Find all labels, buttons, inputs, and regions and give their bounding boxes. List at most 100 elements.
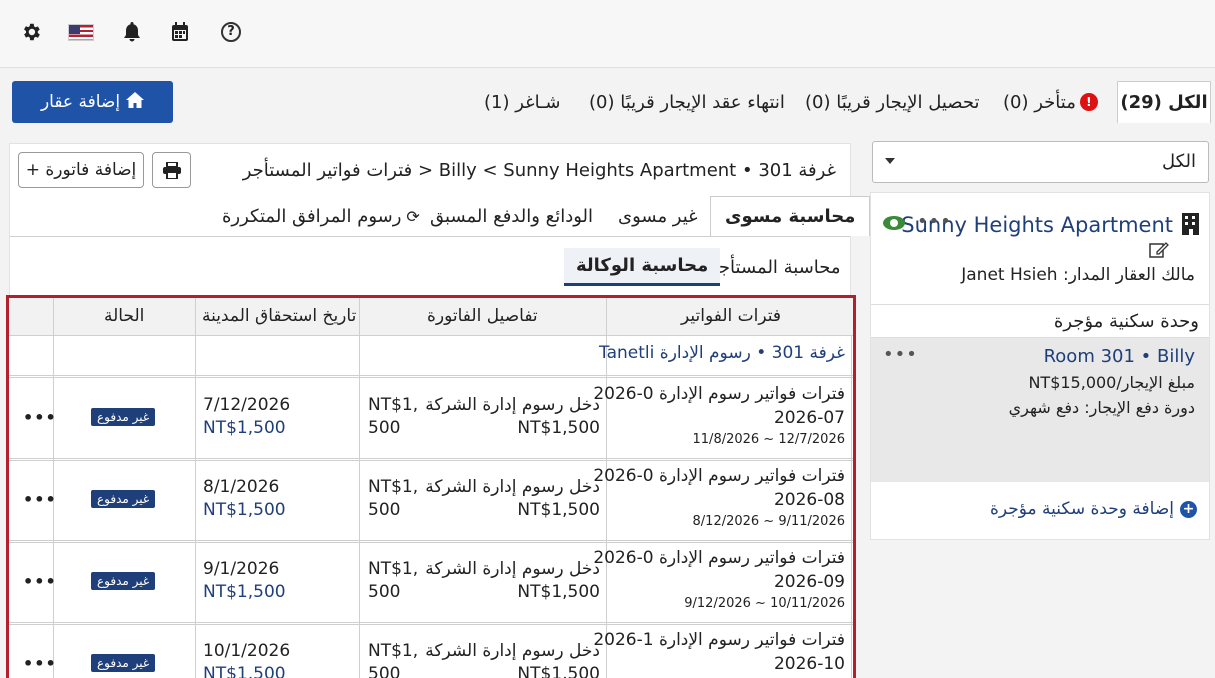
calendar-icon[interactable]	[166, 18, 194, 46]
header-invoice-details: تفاصيل الفاتورة	[427, 306, 538, 326]
due-date: 9/1/2026	[203, 559, 280, 579]
group-row-label: غرفة 301 • رسوم الإدارة Tanetli	[599, 343, 845, 363]
tabs-divider	[10, 236, 850, 237]
status-badge: غير مدفوع	[91, 572, 156, 590]
column-divider	[359, 298, 360, 678]
amount-line-1: NT$1,	[368, 477, 419, 497]
detail-text: دخل رسوم إدارة الشركة	[425, 395, 600, 415]
tab-settled-accounting-label: محاسبة مسوى	[725, 206, 856, 227]
detail-text: دخل رسوم إدارة الشركة	[425, 477, 600, 497]
gear-icon[interactable]	[17, 18, 45, 46]
row-divider	[9, 458, 853, 459]
filter-rent-due-soon-label: تحصيل الإيجار قريبًا (0)	[805, 91, 980, 113]
row-divider	[9, 377, 853, 378]
warning-icon: !	[1079, 93, 1098, 111]
help-icon[interactable]: ?	[217, 18, 245, 46]
row-more-icon[interactable]: •••	[23, 490, 57, 509]
column-divider	[53, 298, 54, 335]
add-unit-link[interactable]: + إضافة وحدة سكنية مؤجرة	[990, 499, 1197, 519]
unit-more-icon[interactable]: •••	[883, 344, 918, 365]
tab-deposits-prepayments[interactable]: الودائع والدفع المسبق	[430, 196, 593, 236]
print-button[interactable]	[152, 152, 191, 188]
building-icon	[1182, 213, 1199, 235]
unit-title[interactable]: Room 301 • Billy	[1044, 346, 1195, 367]
bell-icon[interactable]	[118, 18, 146, 46]
row-more-icon[interactable]: •••	[23, 408, 57, 427]
filter-overdue[interactable]: ! متأخر (0)	[1003, 81, 1098, 123]
unit-payment-cycle: دورة دفع الإيجار: دفع شهري	[1008, 398, 1195, 417]
filter-vacant[interactable]: شـاغر (1)	[484, 81, 560, 123]
top-bar: ?	[0, 0, 1215, 68]
filter-all[interactable]: الكل (29)	[1117, 81, 1211, 123]
select-value: الكل	[1161, 151, 1196, 172]
period-title: فترات فواتير رسوم الإدارة 0-2026	[593, 466, 845, 486]
amount-line-1: NT$1,	[368, 559, 419, 579]
period-range: 11/8/2026 ~ 12/7/2026	[692, 432, 845, 447]
row-divider	[9, 375, 853, 376]
tab-unsettled[interactable]: غير مسوى	[618, 196, 698, 236]
printer-icon	[162, 161, 181, 179]
due-date: 10/1/2026	[203, 641, 291, 661]
period-month: 2026-07	[773, 408, 845, 428]
subtab-tenant-accounting[interactable]: محاسبة المستأجر	[709, 248, 841, 286]
amount-line-2: 500	[368, 664, 401, 678]
subtab-agency-accounting[interactable]: محاسبة الوكالة	[564, 248, 721, 286]
row-divider	[9, 335, 853, 336]
tab-recurring-utility-fees[interactable]: ⟳ رسوم المرافق المتكررة	[222, 196, 420, 236]
due-date: 8/1/2026	[203, 477, 280, 497]
amount-line-2: 500	[368, 500, 401, 520]
plus-circle-icon: +	[1180, 500, 1197, 518]
more-options-icon[interactable]: •••	[917, 211, 952, 232]
row-divider	[9, 622, 853, 623]
filter-lease-ending-soon-label: انتهاء عقد الإيجار قريبًا (0)	[589, 91, 785, 113]
add-unit-label: إضافة وحدة سكنية مؤجرة	[989, 499, 1174, 519]
row-divider	[9, 624, 853, 625]
eye-icon[interactable]	[883, 216, 905, 230]
property-owner: مالك العقار المدار: Janet Hsieh	[961, 265, 1195, 285]
due-amount: NT$1,500	[203, 664, 286, 678]
tab-unsettled-label: غير مسوى	[618, 205, 698, 227]
unit-rent: مبلغ الإيجار/NT$15,000	[1028, 373, 1195, 392]
column-divider	[851, 298, 852, 678]
edit-icon[interactable]	[1149, 241, 1169, 263]
amount-line-2: 500	[368, 418, 401, 438]
period-title: فترات فواتير رسوم الإدارة 1-2026	[593, 630, 845, 650]
subtab-agency-accounting-label: محاسبة الوكالة	[576, 255, 709, 276]
column-divider	[359, 298, 360, 335]
due-amount: NT$1,500	[203, 418, 286, 438]
add-invoice-button[interactable]: + إضافة فاتورة	[18, 152, 144, 188]
row-divider	[9, 540, 853, 541]
column-divider	[53, 298, 54, 678]
detail-amount: NT$1,500	[517, 418, 600, 438]
amount-line-1: NT$1,	[368, 641, 419, 661]
us-flag-icon[interactable]	[66, 18, 96, 46]
filter-lease-ending-soon[interactable]: انتهاء عقد الإيجار قريبًا (0)	[589, 81, 785, 123]
period-range: 8/12/2026 ~ 9/11/2026	[692, 514, 845, 529]
refresh-icon: ⟳	[406, 206, 420, 226]
add-property-label: إضافة عقار	[40, 92, 121, 112]
period-title: فترات فواتير رسوم الإدارة 0-2026	[593, 384, 845, 404]
chevron-down-icon	[885, 158, 895, 164]
amount-line-2: 500	[368, 582, 401, 602]
filter-rent-due-soon[interactable]: تحصيل الإيجار قريبًا (0)	[805, 81, 980, 123]
property-filter-select[interactable]: الكل	[872, 141, 1209, 183]
filter-overdue-label: متأخر (0)	[1003, 91, 1076, 113]
header-status: الحالة	[104, 306, 145, 326]
header-invoice-period: فترات الفواتير	[681, 306, 782, 326]
detail-amount: NT$1,500	[517, 500, 600, 520]
detail-text: دخل رسوم إدارة الشركة	[425, 559, 600, 579]
row-more-icon[interactable]: •••	[23, 572, 57, 591]
add-property-button[interactable]: إضافة عقار	[12, 81, 173, 123]
tab-settled-accounting[interactable]: محاسبة مسوى	[710, 196, 871, 236]
unit-item[interactable]: Room 301 • Billy مبلغ الإيجار/NT$15,000 …	[871, 338, 1209, 482]
period-range: 9/12/2026 ~ 10/11/2026	[684, 596, 845, 611]
row-more-icon[interactable]: •••	[23, 654, 57, 673]
period-month: 2026-10	[773, 654, 845, 674]
property-card: Sunny Heights Apartment ••• مالك العقار …	[870, 192, 1210, 540]
tab-recurring-utility-fees-label: رسوم المرافق المتكررة	[222, 205, 402, 227]
column-divider	[606, 298, 607, 335]
due-amount: NT$1,500	[203, 500, 286, 520]
due-amount: NT$1,500	[203, 582, 286, 602]
invoice-table: فترات الفواتير تفاصيل الفاتورة تاريخ است…	[6, 295, 856, 678]
column-divider	[195, 298, 196, 678]
